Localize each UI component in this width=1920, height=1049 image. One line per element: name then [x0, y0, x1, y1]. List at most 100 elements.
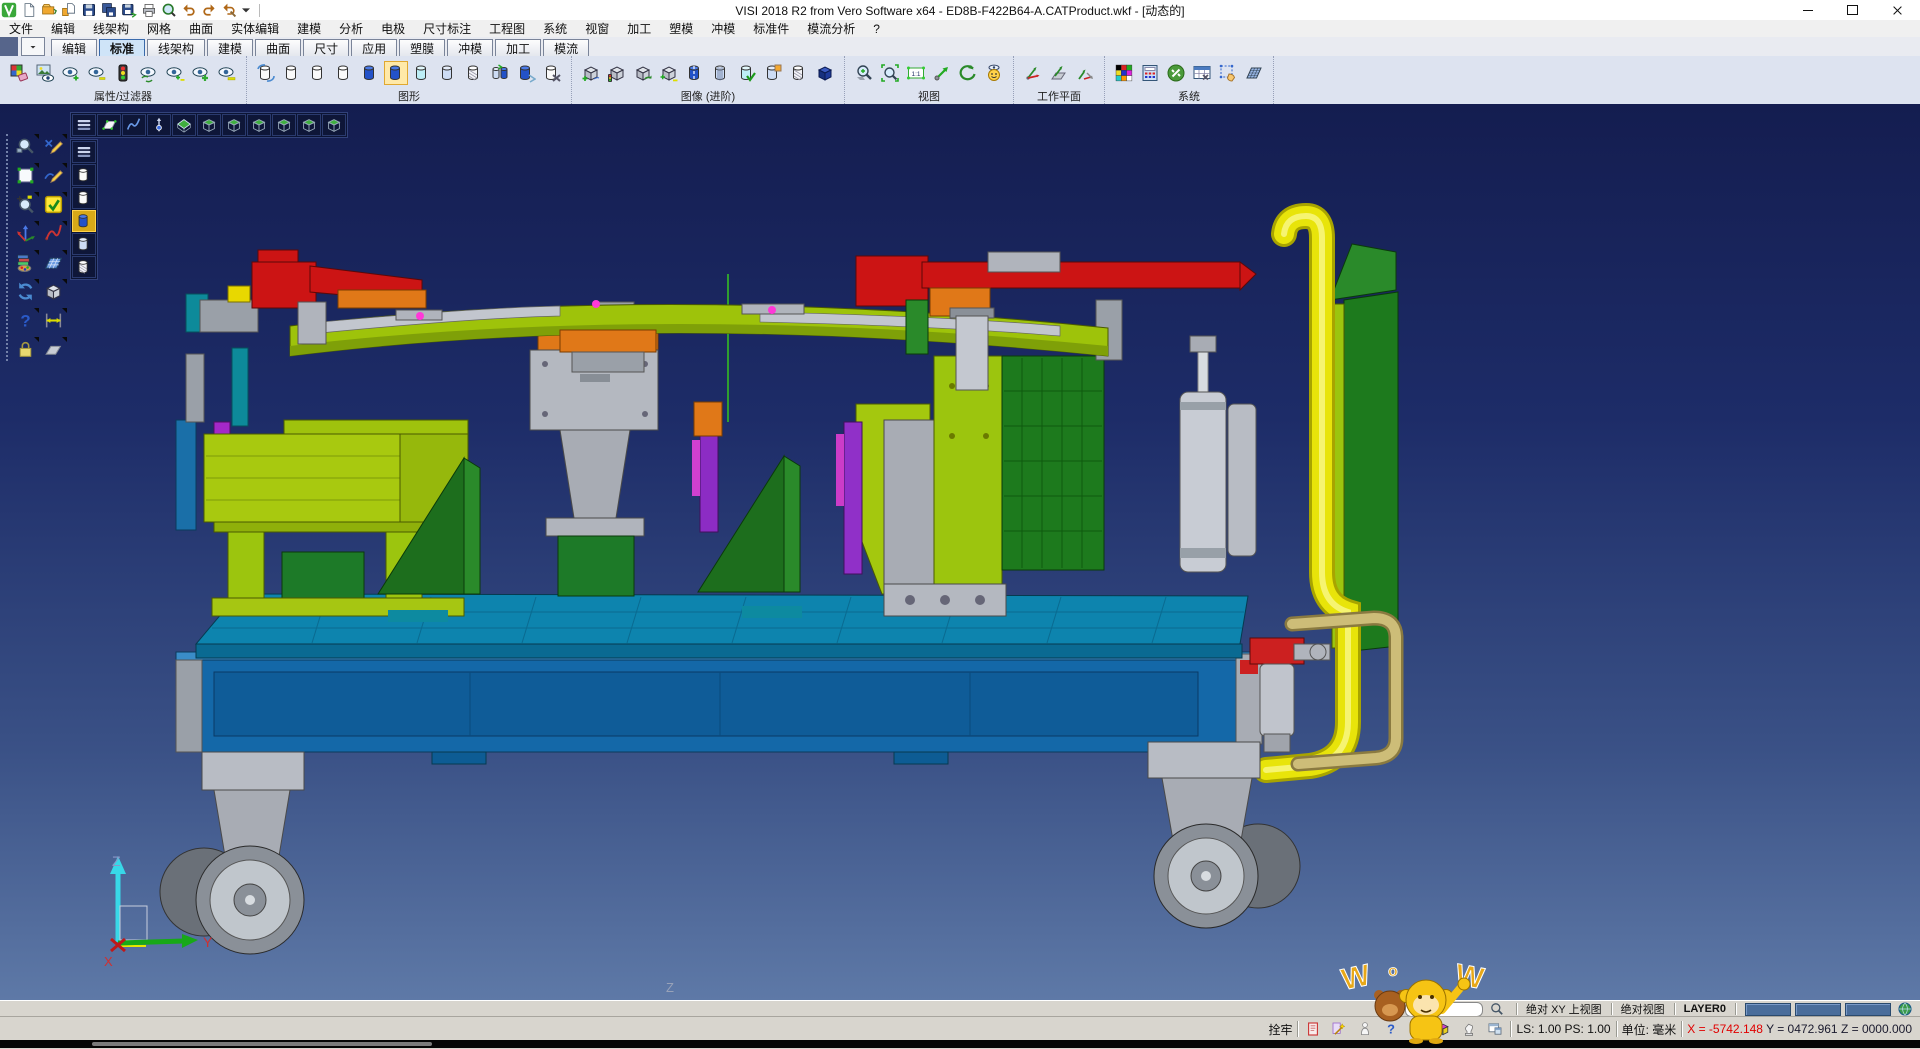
smiley-icon[interactable]	[982, 61, 1006, 85]
zoom-pm-icon[interactable]	[13, 192, 37, 216]
view-top-icon[interactable]	[172, 114, 196, 136]
calc-icon[interactable]	[1138, 61, 1162, 85]
cyl-group-icon[interactable]	[488, 61, 512, 85]
curve-red-icon[interactable]	[41, 221, 65, 245]
page-new-icon[interactable]	[20, 2, 37, 19]
cyl-wire-icon[interactable]	[72, 187, 96, 209]
measure-icon[interactable]	[41, 308, 65, 332]
plane-dim-icon[interactable]	[41, 337, 65, 361]
cube-gray-icon[interactable]	[41, 279, 65, 303]
refresh-blue-icon[interactable]	[13, 279, 37, 303]
tab-list-caret[interactable]	[21, 37, 45, 56]
menu-item[interactable]: 加工	[618, 20, 660, 37]
menu-item[interactable]: 编辑	[42, 20, 84, 37]
cyl-flat-icon[interactable]	[72, 233, 96, 255]
status-indicator-2[interactable]	[1795, 1003, 1841, 1016]
taskbar-item[interactable]	[92, 1042, 432, 1046]
view-cube-icon[interactable]	[222, 114, 246, 136]
ribbon-tab[interactable]: 应用	[351, 39, 397, 56]
menu-item[interactable]: 建模	[288, 20, 330, 37]
menu-item[interactable]: 系统	[534, 20, 576, 37]
menu-lines-icon[interactable]	[72, 141, 96, 163]
cyl-mesh-icon[interactable]	[72, 256, 96, 278]
axis-move-icon[interactable]	[13, 221, 37, 245]
menu-item[interactable]: 分析	[330, 20, 372, 37]
view-cube-icon[interactable]	[272, 114, 296, 136]
books-icon[interactable]	[13, 250, 37, 274]
rec-red-icon[interactable]	[1303, 1019, 1323, 1039]
cyl-blue-icon[interactable]	[384, 61, 408, 85]
ribbon-tab[interactable]: 冲模	[447, 39, 493, 56]
cube-add-icon[interactable]	[579, 61, 603, 85]
eye-refresh-icon[interactable]	[137, 61, 161, 85]
pencil-curve-icon[interactable]	[41, 163, 65, 187]
cyl-mesh-icon[interactable]	[787, 61, 811, 85]
undo-icon[interactable]	[180, 2, 197, 19]
status-indicator-1[interactable]	[1745, 1003, 1791, 1016]
one2one-icon[interactable]: 1:1	[904, 61, 928, 85]
frame-select-icon[interactable]	[13, 163, 37, 187]
folder-open-icon[interactable]	[40, 2, 57, 19]
menu-item[interactable]: 塑模	[660, 20, 702, 37]
minimize-button[interactable]	[1785, 0, 1830, 20]
cube-traffic-icon[interactable]	[605, 61, 629, 85]
rotate-icon[interactable]	[956, 61, 980, 85]
cyl-axis-icon[interactable]	[683, 61, 707, 85]
cyl-stripe-icon[interactable]	[709, 61, 733, 85]
view-cube-icon[interactable]	[322, 114, 346, 136]
traffic-icon[interactable]	[111, 61, 135, 85]
image-eye-icon[interactable]	[33, 61, 57, 85]
view-cube-icon[interactable]	[197, 114, 221, 136]
cube-dark-icon[interactable]	[813, 61, 837, 85]
cyl-mesh-icon[interactable]	[462, 61, 486, 85]
doc-open-icon[interactable]	[60, 2, 77, 19]
undo-pencil-icon[interactable]	[220, 2, 237, 19]
wp-axis-icon[interactable]	[1021, 61, 1045, 85]
cyl-wire-icon[interactable]	[306, 61, 330, 85]
cyl-note-icon[interactable]	[761, 61, 785, 85]
eye-plus-icon[interactable]	[189, 61, 213, 85]
ribbon-tab[interactable]: 编辑	[51, 39, 97, 56]
redo-icon[interactable]	[200, 2, 217, 19]
absolute-view-label[interactable]: 绝对视图	[1621, 1001, 1665, 1017]
axis-dot-icon[interactable]	[147, 114, 171, 136]
wp-plane-icon[interactable]	[1047, 61, 1071, 85]
menu-item[interactable]: 标准件	[744, 20, 798, 37]
menu-item[interactable]: 网格	[138, 20, 180, 37]
plane-blue-icon[interactable]	[41, 250, 65, 274]
sketch-blue-icon[interactable]	[122, 114, 146, 136]
active-layer-label[interactable]: LAYER0	[1684, 1003, 1726, 1015]
status-indicator-3[interactable]	[1845, 1003, 1891, 1016]
ribbon-tab[interactable]: 塑膜	[399, 39, 445, 56]
zoom-ext-icon[interactable]	[878, 61, 902, 85]
lock-dim-icon[interactable]	[13, 337, 37, 361]
eye-remove-icon[interactable]	[85, 61, 109, 85]
print-icon[interactable]	[140, 2, 157, 19]
grid-tilt-icon[interactable]	[1242, 61, 1266, 85]
maximize-button[interactable]	[1830, 0, 1875, 20]
menu-item[interactable]: 模流分析	[798, 20, 864, 37]
menu-item[interactable]: 实体编辑	[222, 20, 288, 37]
menu-item[interactable]: 文件	[0, 20, 42, 37]
windows-taskbar[interactable]	[0, 1040, 1920, 1048]
menu-item[interactable]: 冲模	[702, 20, 744, 37]
cyl-tools-icon[interactable]	[540, 61, 564, 85]
wp-move-icon[interactable]	[1073, 61, 1097, 85]
cyl-check-icon[interactable]	[735, 61, 759, 85]
ribbon-tab[interactable]: 模流	[543, 39, 589, 56]
menu-item[interactable]: ?	[864, 22, 889, 36]
viewport-3d[interactable]: Z Y X Z ?	[0, 104, 1920, 1000]
floppy-export-icon[interactable]	[120, 2, 137, 19]
eye-add-icon[interactable]	[59, 61, 83, 85]
zoom-win-icon[interactable]	[852, 61, 876, 85]
cyl-blue-icon[interactable]	[72, 210, 96, 232]
ribbon-tab[interactable]: 曲面	[255, 39, 301, 56]
white-plane-icon[interactable]	[97, 114, 121, 136]
eye-minus-icon[interactable]	[215, 61, 239, 85]
cyl-wire-icon[interactable]	[280, 61, 304, 85]
pencil-x-icon[interactable]	[41, 134, 65, 158]
lock-toggle[interactable]: 拴牢	[1268, 1021, 1292, 1038]
cyl-cyan-icon[interactable]	[410, 61, 434, 85]
cyl-refresh-icon[interactable]	[254, 61, 278, 85]
cyl-wire-icon[interactable]	[72, 164, 96, 186]
